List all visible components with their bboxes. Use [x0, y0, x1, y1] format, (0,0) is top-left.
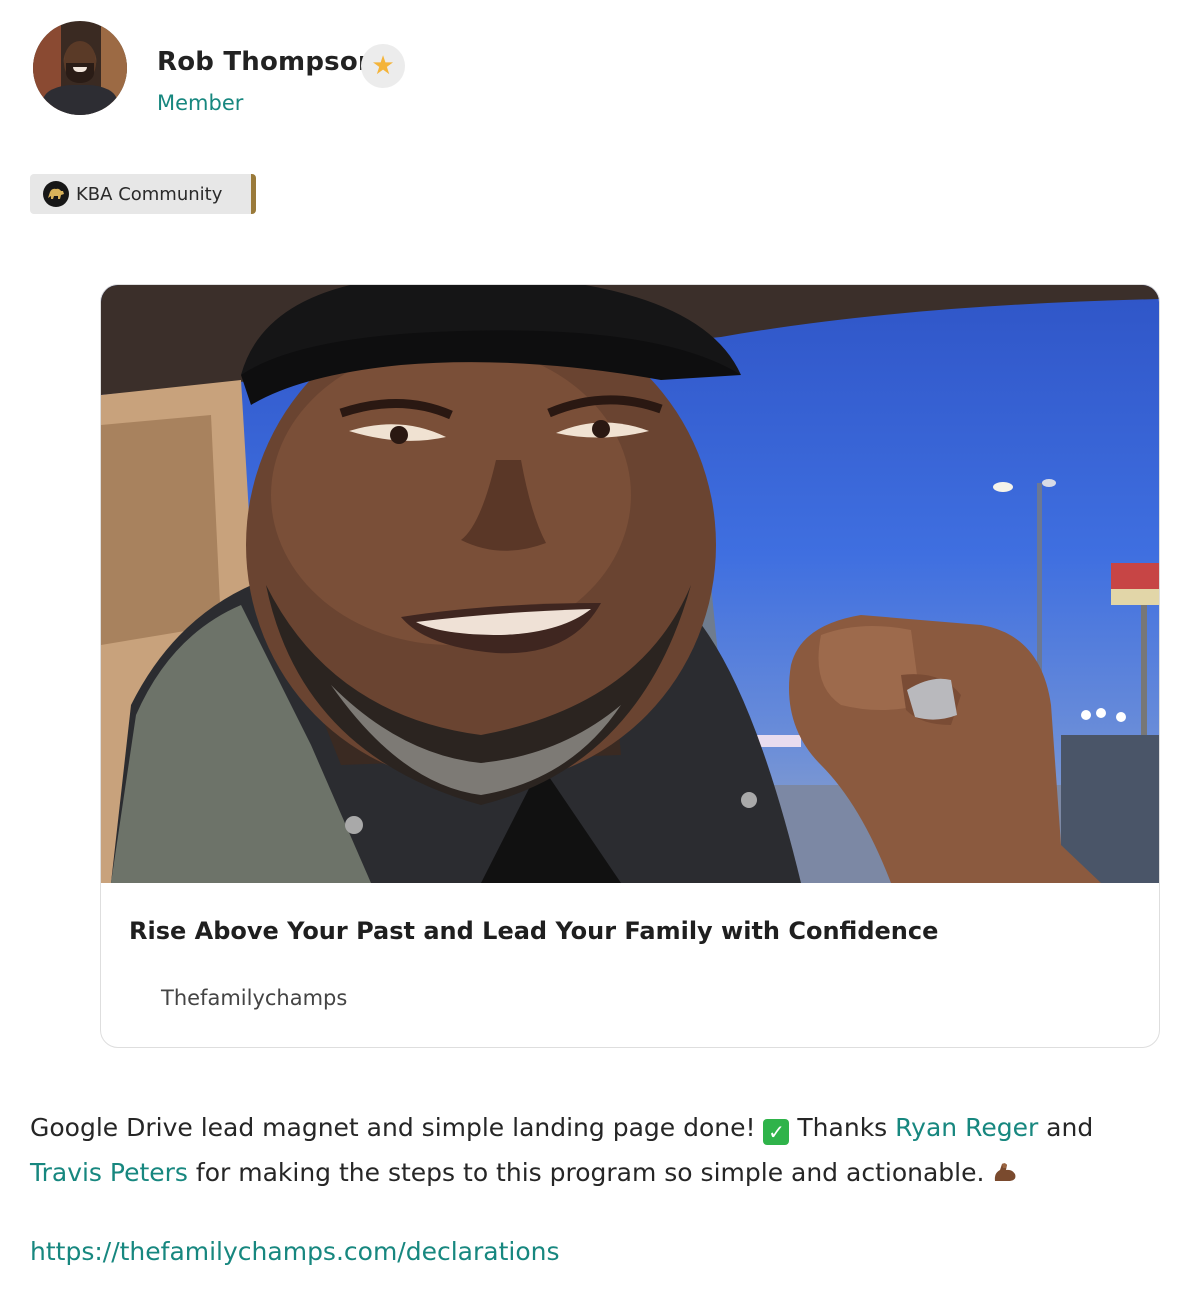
post-text-part: and [1038, 1113, 1094, 1142]
check-mark-icon: ✓ [763, 1119, 790, 1145]
link-preview-image [101, 285, 1159, 883]
star-icon: ★ [361, 44, 405, 88]
post-text-part: Thanks [789, 1113, 896, 1142]
link-preview-title[interactable]: Rise Above Your Past and Lead Your Famil… [129, 917, 938, 945]
lion-logo-icon [43, 181, 69, 207]
link-preview-source: Thefamilychamps [161, 986, 348, 1010]
author-role: Member [157, 91, 244, 115]
author-name[interactable]: Rob Thompson [157, 47, 377, 77]
post-text-part: for making the steps to this program so … [187, 1158, 993, 1187]
mention-ryan-reger[interactable]: Ryan Reger [895, 1113, 1038, 1142]
post-text: Google Drive lead magnet and simple land… [30, 1105, 1170, 1195]
mention-travis-peters[interactable]: Travis Peters [30, 1158, 188, 1187]
community-tag[interactable]: KBA Community [30, 174, 256, 214]
post-link[interactable]: https://thefamilychamps.com/declarations [30, 1237, 560, 1266]
link-preview-card[interactable]: Rise Above Your Past and Lead Your Famil… [100, 284, 1160, 1048]
flexed-biceps-icon [992, 1152, 1018, 1181]
community-label: KBA Community [76, 183, 223, 205]
post-text-part: Google Drive lead magnet and simple land… [30, 1113, 764, 1142]
author-avatar[interactable] [33, 21, 127, 115]
